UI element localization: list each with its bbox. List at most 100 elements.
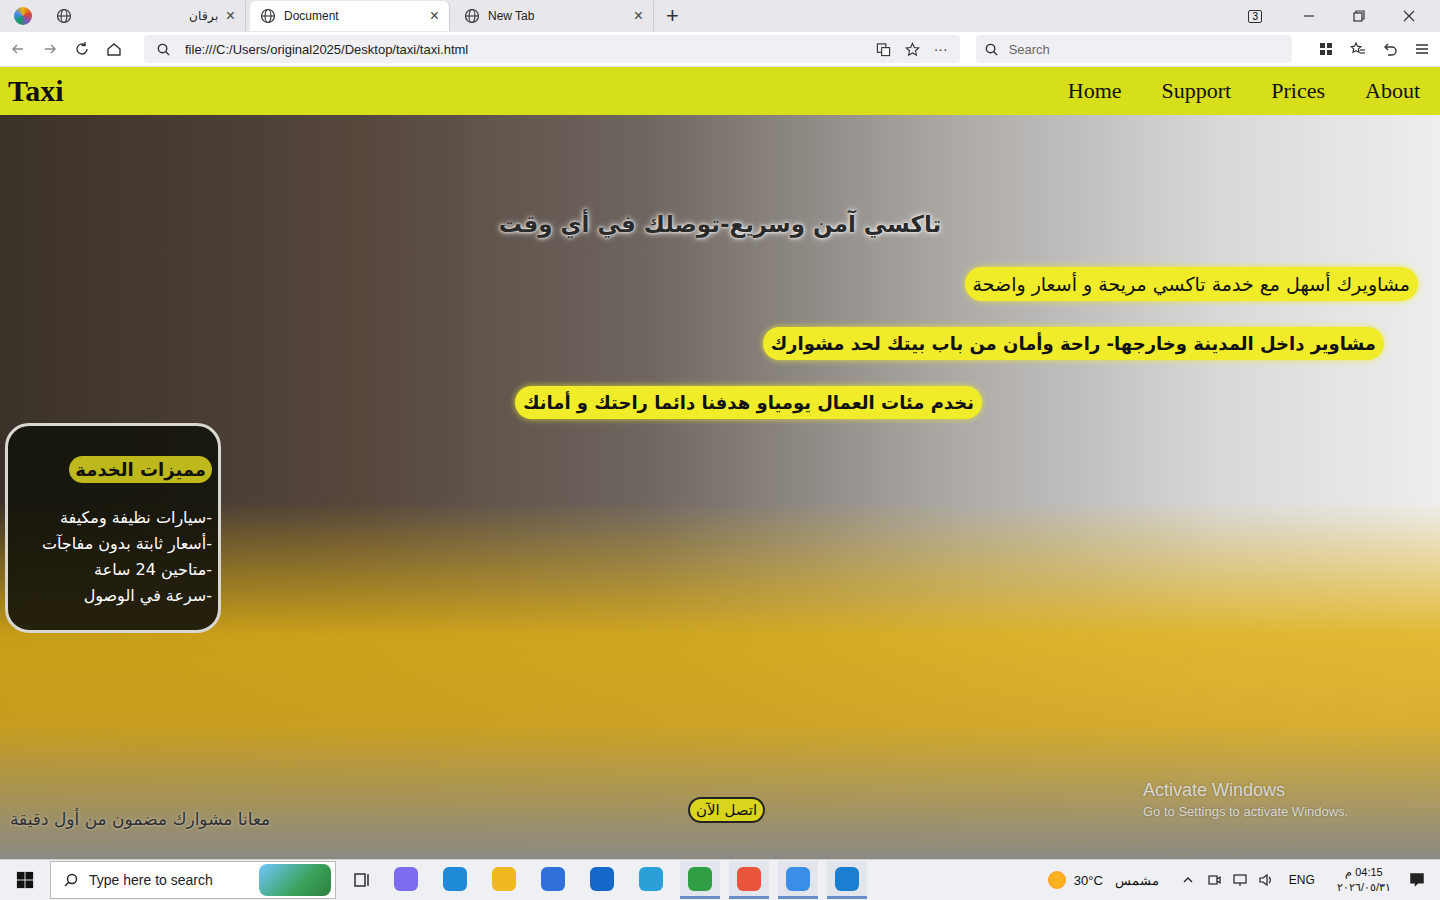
more-button[interactable]: ··· bbox=[934, 41, 948, 57]
restore-icon[interactable] bbox=[1351, 8, 1367, 24]
screen: برقان × Document × New Tab × +3 file:///C:/User… bbox=[0, 0, 1440, 900]
app-icon bbox=[835, 867, 859, 891]
date: ٢٠٢٦/٠٥/٣١ bbox=[1337, 880, 1391, 895]
time: 04:15 م bbox=[1345, 865, 1383, 880]
menu-icon[interactable] bbox=[1414, 41, 1430, 57]
navigation-bar: file:///C:/Users/original2025/Desktop/ta… bbox=[0, 32, 1440, 67]
task-view-icon[interactable] bbox=[352, 870, 372, 890]
browser-tab[interactable]: New Tab × bbox=[454, 1, 654, 31]
feature-item: -متاحين 24 ساعة bbox=[14, 557, 212, 583]
taskbar-app[interactable] bbox=[680, 861, 720, 899]
taskbar-app[interactable] bbox=[778, 861, 818, 899]
star-icon[interactable] bbox=[905, 42, 920, 57]
undo-icon[interactable] bbox=[1382, 41, 1398, 57]
app-icon bbox=[394, 867, 418, 891]
app-icon bbox=[639, 867, 663, 891]
site-logo[interactable]: Taxi bbox=[8, 74, 64, 108]
nav-link[interactable]: About bbox=[1365, 78, 1420, 104]
globe-icon bbox=[56, 8, 72, 24]
nav-link[interactable]: Prices bbox=[1271, 78, 1325, 104]
sun-icon bbox=[1048, 871, 1066, 889]
site-header: Taxi Home Support Prices About bbox=[0, 67, 1440, 115]
magnifier-icon bbox=[984, 42, 999, 57]
forward-icon[interactable] bbox=[42, 41, 58, 57]
features-list: -سيارات نظيفة ومكيفة-أسعار ثابتة بدون مف… bbox=[14, 505, 212, 609]
home-icon[interactable] bbox=[106, 41, 122, 57]
meet-icon[interactable] bbox=[1206, 872, 1222, 888]
taskbar-app[interactable] bbox=[435, 861, 475, 899]
close-icon[interactable] bbox=[1401, 8, 1417, 24]
taskbar: Type here to search 30°C مشمس ENG 04:15 م٢٠٢… bbox=[0, 859, 1440, 900]
magnifier-icon bbox=[156, 42, 171, 57]
call-button[interactable]: اتصل الآن bbox=[688, 797, 765, 823]
notification-icon[interactable] bbox=[1408, 871, 1426, 889]
features-title: مميزات الخدمة bbox=[69, 456, 212, 483]
url-text: file:///C:/Users/original2025/Desktop/ta… bbox=[185, 42, 862, 57]
magnifier-icon bbox=[63, 872, 79, 888]
browser-logo-icon[interactable] bbox=[14, 7, 32, 25]
tab-label: برقان bbox=[80, 9, 218, 23]
url-field[interactable]: file:///C:/Users/original2025/Desktop/ta… bbox=[144, 35, 960, 63]
info-pill: مشاويرك أسهل مع خدمة تاكسي مريحة و أسعار… bbox=[965, 267, 1418, 301]
tab-strip: برقان × Document × New Tab × +3 bbox=[0, 0, 1440, 32]
reload-icon[interactable] bbox=[74, 41, 90, 57]
search-placeholder: Search bbox=[1009, 42, 1050, 57]
taskbar-search-placeholder: Type here to search bbox=[89, 872, 249, 888]
taskbar-app[interactable] bbox=[533, 861, 573, 899]
feature-item: -سيارات نظيفة ومكيفة bbox=[14, 505, 212, 531]
browser-tab[interactable]: برقان × bbox=[46, 1, 246, 31]
app-icon bbox=[443, 867, 467, 891]
tab-label: New Tab bbox=[488, 9, 626, 23]
language-indicator[interactable]: ENG bbox=[1289, 873, 1315, 887]
info-pill: مشاوير داخل المدينة وخارجها- راحة وأمان … bbox=[763, 327, 1384, 360]
search-field[interactable]: Search bbox=[976, 35, 1292, 63]
weather-temp: 30°C bbox=[1074, 873, 1103, 888]
nav-link[interactable]: Home bbox=[1068, 78, 1122, 104]
web-page: Taxi Home Support Prices About تاكسي آمن وسري… bbox=[0, 67, 1440, 859]
app-icon bbox=[737, 867, 761, 891]
info-pill: نخدم مئات العمال يومياو هدفنا دائما راحت… bbox=[515, 386, 982, 419]
hero-section: تاكسي آمن وسريع-توصلك في أي وقت مشاويرك أ… bbox=[0, 115, 1440, 859]
tab-label: Document bbox=[284, 9, 422, 23]
taskbar-app[interactable] bbox=[631, 861, 671, 899]
grid-icon[interactable] bbox=[1318, 41, 1334, 57]
translate-icon[interactable] bbox=[876, 42, 891, 57]
browser-tab[interactable]: Document × bbox=[250, 1, 450, 31]
app-icon bbox=[688, 867, 712, 891]
favorites-icon[interactable] bbox=[1350, 41, 1366, 57]
search-highlight-picture bbox=[259, 864, 331, 896]
chevron-up-icon[interactable] bbox=[1180, 872, 1196, 888]
taskbar-app[interactable] bbox=[582, 861, 622, 899]
taskbar-app[interactable] bbox=[386, 861, 426, 899]
app-icon bbox=[590, 867, 614, 891]
tab-close-button[interactable]: × bbox=[226, 7, 235, 25]
taskbar-app[interactable] bbox=[729, 861, 769, 899]
activation-watermark: Activate WindowsGo to Settings to activa… bbox=[1143, 780, 1348, 819]
clock[interactable]: 04:15 م٢٠٢٦/٠٥/٣١ bbox=[1337, 865, 1391, 895]
windows-start-icon[interactable] bbox=[16, 871, 34, 889]
taskbar-app[interactable] bbox=[827, 861, 867, 899]
weather-condition: مشمس bbox=[1115, 873, 1159, 888]
headline: تاكسي آمن وسريع-توصلك في أي وقت bbox=[0, 211, 1440, 237]
new-tab-button[interactable]: + bbox=[658, 3, 687, 29]
app-icon bbox=[541, 867, 565, 891]
pill-list: مشاويرك أسهل مع خدمة تاكسي مريحة و أسعار… bbox=[0, 267, 1440, 419]
network-icon[interactable] bbox=[1232, 872, 1248, 888]
feature-item: -أسعار ثابتة بدون مفاجآت bbox=[14, 531, 212, 557]
globe-icon bbox=[464, 8, 480, 24]
site-nav: Home Support Prices About bbox=[1068, 78, 1420, 104]
tab-close-button[interactable]: × bbox=[634, 7, 643, 25]
taskbar-apps bbox=[386, 861, 867, 899]
features-card: مميزات الخدمة -سيارات نظيفة ومكيفة-أسعار … bbox=[5, 423, 221, 633]
taskbar-search[interactable]: Type here to search bbox=[50, 861, 336, 899]
feature-item: -سرعة في الوصول bbox=[14, 583, 212, 609]
nav-link[interactable]: Support bbox=[1162, 78, 1232, 104]
volume-icon[interactable] bbox=[1258, 872, 1274, 888]
tab-count[interactable]: 3 bbox=[1248, 10, 1262, 23]
tab-close-button[interactable]: × bbox=[430, 7, 439, 25]
globe-icon bbox=[260, 8, 276, 24]
taskbar-app[interactable] bbox=[484, 861, 524, 899]
back-icon[interactable] bbox=[10, 41, 26, 57]
minimize-icon[interactable] bbox=[1301, 8, 1317, 24]
app-icon bbox=[786, 867, 810, 891]
